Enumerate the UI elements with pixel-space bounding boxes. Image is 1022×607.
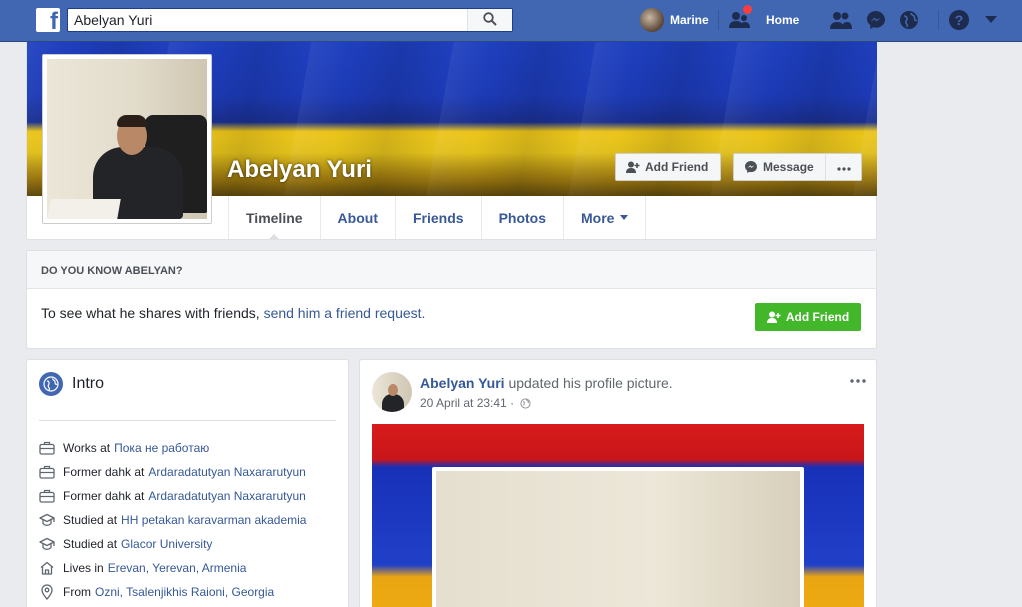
post-author-link[interactable]: Abelyan Yuri xyxy=(420,375,505,391)
add-friend-label: Add Friend xyxy=(645,160,709,174)
home-icon xyxy=(39,560,55,576)
post-meta: 20 April at 23:41 · xyxy=(420,396,531,410)
post-card: Abelyan Yuri updated his profile picture… xyxy=(359,359,877,607)
graduation-cap-icon xyxy=(39,512,55,528)
work-link[interactable]: Ardaradatutyan Naxararutyun xyxy=(148,489,305,503)
tab-friends[interactable]: Friends xyxy=(394,196,481,239)
tab-photos[interactable]: Photos xyxy=(480,196,563,239)
intro-title: Intro xyxy=(72,375,105,392)
account-menu-caret-icon[interactable] xyxy=(980,9,1002,31)
more-dots-icon xyxy=(836,160,851,174)
add-friend-button-secondary[interactable]: Add Friend xyxy=(755,303,861,331)
post-timestamp[interactable]: 20 April at 23:41 · xyxy=(420,396,514,410)
friends-icon[interactable] xyxy=(830,9,852,31)
briefcase-icon xyxy=(39,464,55,480)
do-you-know-card: DO YOU KNOW ABELYAN? To see what he shar… xyxy=(26,250,877,349)
add-friend-icon xyxy=(626,161,640,173)
profile-picture[interactable] xyxy=(42,54,212,224)
do-you-know-heading: DO YOU KNOW ABELYAN? xyxy=(27,251,876,289)
avatar[interactable] xyxy=(372,372,412,412)
post-options-icon[interactable] xyxy=(850,372,866,386)
post-action-text: updated his profile picture. xyxy=(508,375,673,391)
list-item: Studied at Glacor University xyxy=(39,532,339,556)
location-link[interactable]: Erevan, Yerevan, Armenia xyxy=(108,561,247,575)
svg-text:?: ? xyxy=(955,12,964,28)
more-options-button[interactable] xyxy=(825,153,862,181)
home-link[interactable]: Home xyxy=(766,13,799,27)
list-item: Studied at HH petakan karavarman akademia xyxy=(39,508,339,532)
friend-request-link[interactable]: send him a friend request. xyxy=(264,305,426,321)
tab-more-label: More xyxy=(581,209,615,226)
facebook-logo-icon[interactable]: f xyxy=(36,8,60,32)
work-link[interactable]: Пока не работаю xyxy=(114,441,209,455)
tab-timeline[interactable]: Timeline xyxy=(228,196,320,240)
list-item: Former dahk at Ardaradatutyan Naxararutyu… xyxy=(39,484,339,508)
post-image[interactable] xyxy=(372,424,864,607)
search-icon xyxy=(483,11,497,29)
divider xyxy=(938,10,939,30)
list-item: Lives in Erevan, Yerevan, Armenia xyxy=(39,556,339,580)
briefcase-icon xyxy=(39,440,55,456)
tab-about[interactable]: About xyxy=(319,196,395,239)
list-item: From Ozni, Tsalenjikhis Raioni, Georgia xyxy=(39,580,339,604)
add-friend-label: Add Friend xyxy=(785,310,850,324)
add-friend-button[interactable]: Add Friend xyxy=(615,153,721,181)
help-icon[interactable]: ? xyxy=(948,9,970,31)
messenger-icon xyxy=(744,160,758,174)
divider xyxy=(39,420,336,421)
public-globe-icon[interactable] xyxy=(520,397,531,409)
graduation-cap-icon xyxy=(39,536,55,552)
work-link[interactable]: Ardaradatutyan Naxararutyun xyxy=(148,465,305,479)
messenger-icon[interactable] xyxy=(865,9,887,31)
post-header: Abelyan Yuri updated his profile picture… xyxy=(420,375,673,391)
tab-more[interactable]: More xyxy=(563,196,647,239)
briefcase-icon xyxy=(39,488,55,504)
user-name: Marine xyxy=(670,13,709,27)
profile-picture-preview xyxy=(432,467,804,607)
education-link[interactable]: HH petakan karavarman akademia xyxy=(121,513,306,527)
top-navigation-bar: f Marine Home ? xyxy=(0,0,1022,42)
caret-down-icon xyxy=(620,215,629,220)
notifications-globe-icon[interactable] xyxy=(898,9,920,31)
message-button[interactable]: Message xyxy=(733,153,826,181)
profile-header: Abelyan Yuri Add Friend Message Timeline… xyxy=(26,42,877,240)
profile-tabs: Timeline About Friends Photos More xyxy=(228,196,647,240)
avatar xyxy=(640,8,664,32)
intro-list: Works at Пока не работаю Former dahk at Ar… xyxy=(39,436,339,604)
message-label: Message xyxy=(763,160,814,174)
profile-shortcut[interactable]: Marine xyxy=(640,8,709,32)
divider xyxy=(718,10,719,30)
list-item: Former dahk at Ardaradatutyan Naxararutyu… xyxy=(39,460,339,484)
search-box xyxy=(67,8,513,32)
profile-name[interactable]: Abelyan Yuri xyxy=(227,156,372,184)
list-item: Works at Пока не работаю xyxy=(39,436,339,460)
location-pin-icon xyxy=(39,584,55,600)
add-friend-icon xyxy=(766,311,781,323)
do-you-know-text: To see what he shares with friends, send… xyxy=(41,305,426,321)
education-link[interactable]: Glacor University xyxy=(121,537,212,551)
hometown-link[interactable]: Ozni, Tsalenjikhis Raioni, Georgia xyxy=(95,585,274,599)
search-input[interactable] xyxy=(68,9,468,31)
intro-card: Intro Works at Пока не работаю Former dah… xyxy=(26,359,349,607)
globe-icon xyxy=(39,372,63,396)
search-button[interactable] xyxy=(467,9,512,31)
notification-badge xyxy=(743,5,752,14)
